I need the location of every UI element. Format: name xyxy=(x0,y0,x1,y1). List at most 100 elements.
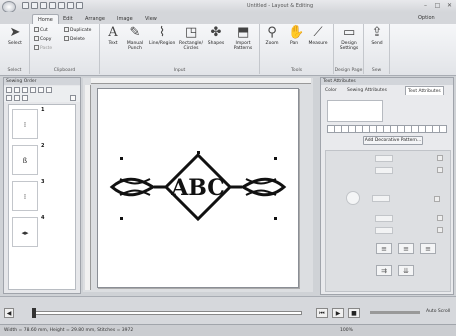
tab-home[interactable]: Home xyxy=(32,14,59,24)
pan-button[interactable]: ✋ Pan xyxy=(284,26,304,47)
selection-handle[interactable] xyxy=(197,151,200,154)
option-menu[interactable]: Option xyxy=(418,15,435,21)
paste-button[interactable]: Paste xyxy=(34,45,52,52)
ungroup-icon[interactable] xyxy=(14,87,20,93)
settings-icon[interactable] xyxy=(49,2,56,9)
magnifier-icon: ⚲ xyxy=(267,25,277,40)
stop-icon[interactable]: ■ xyxy=(348,308,360,318)
move-down-icon[interactable] xyxy=(30,87,36,93)
delete-button[interactable]: Delete xyxy=(64,36,85,43)
lock-icon[interactable] xyxy=(434,196,440,202)
window-title: Untitled - Layout & Editing xyxy=(246,3,314,9)
embroidery-hoop[interactable]: ABC xyxy=(97,88,299,288)
redo-icon[interactable] xyxy=(67,2,74,9)
zoom-level-text[interactable]: 100% xyxy=(340,328,353,333)
tab-image[interactable]: Image xyxy=(112,14,138,24)
send-button[interactable]: ⇪ Send xyxy=(367,25,387,47)
rotation-dial[interactable] xyxy=(346,191,360,205)
sewing-item-1[interactable]: ⁞ xyxy=(12,109,38,139)
selection-handle[interactable] xyxy=(274,217,277,220)
close-icon[interactable]: ✕ xyxy=(444,1,455,10)
duplicate-button[interactable]: Duplicate xyxy=(64,27,91,34)
color-sort-icon[interactable] xyxy=(14,95,20,101)
property-field[interactable] xyxy=(375,167,393,174)
import-patterns-button[interactable]: ⬒ Import Patterns xyxy=(230,25,256,52)
horizontal-text-icon[interactable]: ⇉ xyxy=(376,265,392,276)
property-row xyxy=(329,215,449,223)
clipboard-group: Cut Copy Paste Duplicate Delete Clipboar… xyxy=(30,24,100,74)
move-top-icon[interactable] xyxy=(38,87,44,93)
sewing-item-4[interactable]: ◂▸ xyxy=(12,217,38,247)
new-icon[interactable] xyxy=(22,2,29,9)
stitch-slider-thumb[interactable] xyxy=(32,308,36,318)
tab-arrange[interactable]: Arrange xyxy=(80,14,110,24)
selection-handle[interactable] xyxy=(120,217,123,220)
shapes-button[interactable]: ✤ Shapes xyxy=(206,26,226,47)
select-label: Select xyxy=(8,41,22,46)
tab-view[interactable]: View xyxy=(140,14,162,24)
align-right-icon[interactable]: ≡ xyxy=(420,243,436,254)
text-button[interactable]: A Text xyxy=(103,26,123,47)
text-attributes-title: Text Attributes xyxy=(321,78,453,85)
rectangle-circles-button[interactable]: ◳ Rectangle/ Circles xyxy=(178,26,204,52)
lock-icon[interactable] xyxy=(437,227,443,233)
cursor-icon[interactable] xyxy=(70,95,76,101)
copy-button[interactable]: Copy xyxy=(34,36,51,43)
design-page-group-label: Design Page xyxy=(334,68,363,73)
property-field[interactable] xyxy=(375,155,393,162)
add-decorative-pattern-button[interactable]: Add Decorative Pattern... xyxy=(363,136,423,145)
item-thumb: ⁞ xyxy=(23,121,27,129)
skip-back-icon[interactable]: ⏮ xyxy=(316,308,328,318)
minimize-icon[interactable]: – xyxy=(420,1,431,10)
cut-button[interactable]: Cut xyxy=(34,27,48,34)
tab-sewing-attributes[interactable]: Sewing Attributes xyxy=(345,86,389,95)
send-icon: ⇪ xyxy=(371,25,383,40)
copy-label: Copy xyxy=(40,37,52,42)
shapes-label: Shapes xyxy=(207,41,225,46)
lock-icon[interactable] xyxy=(437,215,443,221)
sort-icon[interactable] xyxy=(22,95,28,101)
open-icon[interactable] xyxy=(31,2,38,9)
import-icon: ⬒ xyxy=(237,25,250,40)
selection-handle[interactable] xyxy=(120,157,123,160)
vertical-text-icon[interactable]: ⇊ xyxy=(398,265,414,276)
zoom-button[interactable]: ⚲ Zoom xyxy=(262,25,282,47)
align-center-icon[interactable]: ≡ xyxy=(398,243,414,254)
manual-punch-button[interactable]: ✎ Manual Punch xyxy=(125,26,145,52)
sewing-item-number: 1 xyxy=(41,107,45,113)
group-icon[interactable] xyxy=(6,87,12,93)
play-icon[interactable]: ▶ xyxy=(332,308,344,318)
auto-scroll-checkbox[interactable]: Auto Scroll xyxy=(426,309,450,314)
align-left-icon[interactable]: ≡ xyxy=(376,243,392,254)
quick-access-dropdown-icon[interactable] xyxy=(76,2,83,9)
measure-button[interactable]: ⟋ Measure xyxy=(308,26,328,47)
design-settings-button[interactable]: ▭ Design Settings xyxy=(337,26,361,52)
line-region-button[interactable]: ⌇ Line/Region xyxy=(149,26,175,47)
tab-edit[interactable]: Edit xyxy=(58,14,78,24)
lock-icon[interactable] xyxy=(437,167,443,173)
input-group-label: Input xyxy=(173,68,186,73)
property-field[interactable] xyxy=(375,227,393,234)
monogram-design[interactable]: ABC xyxy=(98,89,298,287)
save-icon[interactable] xyxy=(40,2,47,9)
selection-handle[interactable] xyxy=(274,157,277,160)
property-field[interactable] xyxy=(372,195,390,202)
move-bottom-icon[interactable] xyxy=(46,87,52,93)
decorative-pattern-strip[interactable] xyxy=(327,125,447,133)
maximize-icon[interactable]: □ xyxy=(432,1,443,10)
tab-color[interactable]: Color xyxy=(323,86,339,95)
pattern-preview xyxy=(327,100,383,122)
select-button[interactable]: ➤ Select xyxy=(5,26,25,47)
move-up-icon[interactable] xyxy=(22,87,28,93)
speed-slider[interactable] xyxy=(370,311,420,314)
sewing-item-3[interactable]: ⁞ xyxy=(12,181,38,211)
view-icon[interactable] xyxy=(6,95,12,101)
property-field[interactable] xyxy=(375,215,393,222)
undo-icon[interactable] xyxy=(58,2,65,9)
text-label: Text xyxy=(108,41,118,46)
rewind-icon[interactable]: ◀ xyxy=(4,308,14,318)
lock-icon[interactable] xyxy=(437,155,443,161)
sewing-item-2[interactable]: ß xyxy=(12,145,38,175)
tab-text-attributes[interactable]: Text Attributes xyxy=(405,86,444,95)
stitch-slider-track[interactable] xyxy=(32,311,302,315)
